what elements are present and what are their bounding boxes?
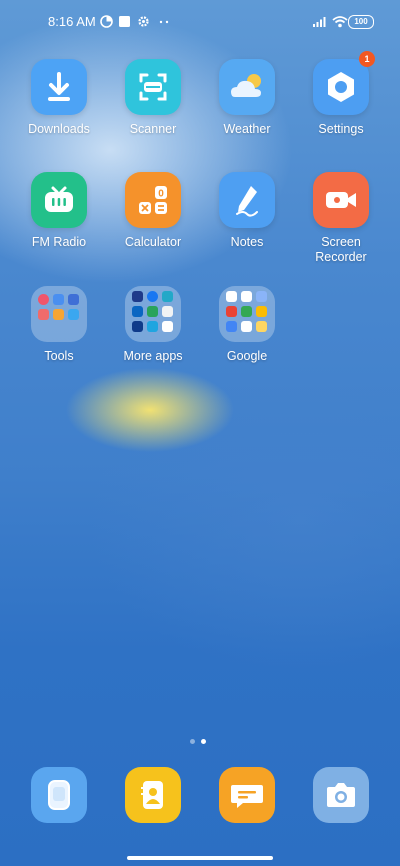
gesture-nav-bar[interactable] [127, 856, 273, 860]
scanner-icon [125, 59, 181, 115]
app-scanner[interactable]: Scanner [107, 59, 199, 137]
weather-cloud-sun-icon [219, 59, 275, 115]
phone-icon[interactable] [31, 767, 87, 823]
more-icon [159, 20, 169, 24]
folder-google[interactable]: Google [201, 286, 293, 364]
status-bar: 8:16 AM 100 [0, 0, 400, 44]
calculator-icon: 0 [125, 172, 181, 228]
folder-more-apps[interactable]: More apps [107, 286, 199, 364]
app-weather[interactable]: Weather [201, 59, 293, 137]
app-settings[interactable]: 1 Settings [295, 51, 387, 137]
app-screen-recorder[interactable]: Screen Recorder [295, 172, 387, 265]
folder-icon [31, 286, 87, 342]
messaging-icon[interactable] [219, 767, 275, 823]
app-label: Settings [318, 122, 364, 136]
signal-icon [313, 17, 326, 27]
svg-text:0: 0 [158, 189, 164, 200]
battery-indicator: 100 [348, 15, 374, 29]
page-dot [190, 739, 195, 744]
download-icon [31, 59, 87, 115]
camera-icon[interactable] [313, 767, 369, 823]
app-label: Google [226, 349, 268, 363]
app-label: Notes [230, 235, 264, 249]
wifi-icon [332, 16, 348, 28]
page-dot-current [201, 739, 206, 744]
app-label: Scanner [129, 122, 177, 136]
app-label: Downloads [28, 122, 90, 136]
app-calculator[interactable]: 0 Calculator [107, 172, 199, 250]
data-saver-icon [100, 15, 113, 28]
notification-badge: 1 [359, 51, 375, 67]
folder-tools[interactable]: Tools [13, 286, 105, 364]
app-label: Tools [44, 349, 74, 363]
gear-icon [138, 16, 149, 27]
pen-icon [219, 172, 275, 228]
app-downloads[interactable]: Downloads [13, 59, 105, 137]
app-label: More apps [123, 349, 183, 363]
app-fm-radio[interactable]: FM Radio [13, 172, 105, 250]
app-notes[interactable]: Notes [201, 172, 293, 250]
folder-icon [125, 286, 181, 342]
radio-icon [31, 172, 87, 228]
app-label: FM Radio [31, 235, 87, 249]
settings-gear-icon: 1 [313, 51, 375, 115]
folder-icon [219, 286, 275, 342]
square-notification-icon [119, 16, 130, 27]
contacts-icon[interactable] [125, 767, 181, 823]
app-label: Calculator [124, 235, 182, 249]
app-label: Screen Recorder [315, 235, 367, 264]
status-time: 8:16 AM [48, 14, 96, 29]
page-indicator [190, 731, 212, 749]
video-camera-icon [313, 172, 369, 228]
app-label: Weather [223, 122, 271, 136]
